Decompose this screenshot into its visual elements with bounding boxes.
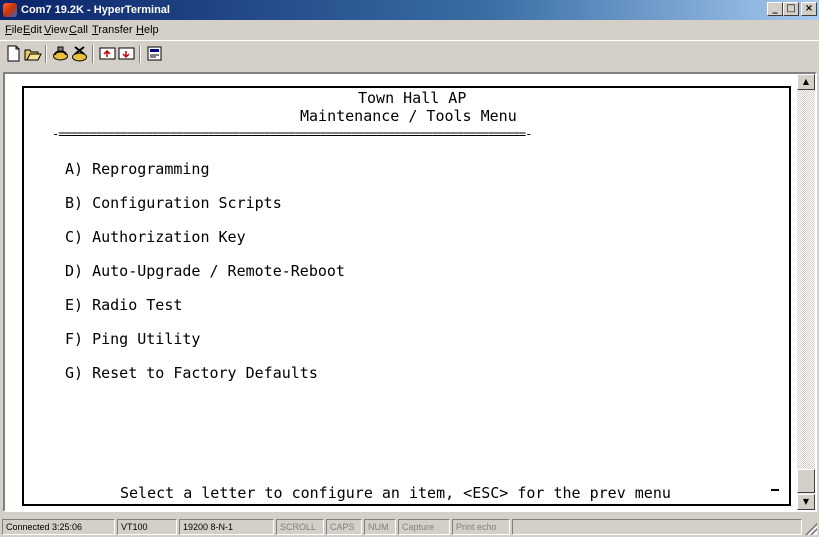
- menu-view-label: iew: [51, 24, 68, 36]
- send-icon[interactable]: [98, 44, 117, 63]
- menu-file[interactable]: File: [5, 24, 23, 36]
- status-capture: Capture: [398, 519, 450, 535]
- new-icon[interactable]: [4, 44, 23, 63]
- status-print-echo: Print echo: [452, 519, 510, 535]
- receive-icon[interactable]: [117, 44, 136, 63]
- close-button[interactable]: ×: [801, 2, 817, 16]
- toolbar-separator: [45, 45, 47, 63]
- option-configuration-scripts[interactable]: B) Configuration Scripts: [65, 195, 282, 212]
- heading-separator: -=======================================…: [52, 128, 532, 140]
- properties-icon[interactable]: [145, 44, 164, 63]
- open-icon[interactable]: [23, 44, 42, 63]
- minimize-button[interactable]: _: [767, 2, 783, 16]
- scroll-thumb[interactable]: [797, 469, 815, 493]
- menu-file-label: ile: [11, 24, 23, 36]
- menu-edit-label: dit: [30, 24, 42, 36]
- status-scroll: SCROLL: [276, 519, 324, 535]
- menu-help[interactable]: Help: [136, 24, 159, 36]
- window-title: Com7 19.2K - HyperTerminal: [21, 4, 170, 16]
- terminal-screen[interactable]: Town Hall AP Maintenance / Tools Menu -=…: [5, 74, 797, 510]
- option-authorization-key[interactable]: C) Authorization Key: [65, 229, 246, 246]
- menu-edit[interactable]: Edit: [23, 24, 42, 36]
- menu-call-accesskey: C: [69, 24, 77, 36]
- scroll-down-button[interactable]: ▼: [797, 494, 815, 510]
- toolbar: [0, 40, 819, 66]
- toolbar-separator: [139, 45, 141, 63]
- menu-help-label: elp: [143, 24, 159, 36]
- status-port-settings: 19200 8-N-1: [179, 519, 274, 535]
- menu-transfer-label: ransfer: [98, 24, 133, 36]
- menu-view[interactable]: View: [44, 24, 68, 36]
- vertical-scrollbar[interactable]: ▲ ▼: [797, 74, 815, 510]
- status-emulation: VT100: [117, 519, 177, 535]
- menu-call[interactable]: Call: [69, 24, 88, 36]
- status-caps: CAPS: [326, 519, 362, 535]
- option-reset-factory-defaults[interactable]: G) Reset to Factory Defaults: [65, 365, 318, 382]
- option-reprogramming[interactable]: A) Reprogramming: [65, 161, 210, 178]
- option-auto-upgrade[interactable]: D) Auto-Upgrade / Remote-Reboot: [65, 263, 345, 280]
- device-name: Town Hall AP: [358, 89, 467, 107]
- menu-call-label: all: [76, 24, 88, 36]
- status-num: NUM: [364, 519, 396, 535]
- maximize-button[interactable]: □: [783, 2, 799, 16]
- toolbar-separator: [92, 45, 94, 63]
- option-ping-utility[interactable]: F) Ping Utility: [65, 331, 200, 348]
- menu-heading: Maintenance / Tools Menu: [300, 107, 517, 125]
- prompt-text: Select a letter to configure an item, <E…: [120, 484, 671, 502]
- status-empty-pane: [512, 519, 802, 535]
- scroll-up-button[interactable]: ▲: [797, 74, 815, 90]
- connect-icon[interactable]: [51, 44, 70, 63]
- menu-file-accesskey: F: [5, 24, 12, 36]
- terminal-window[interactable]: Town Hall AP Maintenance / Tools Menu -=…: [3, 72, 817, 512]
- title-bar[interactable]: Com7 19.2K - HyperTerminal _ □ ×: [0, 0, 819, 20]
- hyperterminal-app-icon[interactable]: [3, 3, 17, 17]
- status-connected-time: Connected 3:25:06: [2, 519, 115, 535]
- menu-bar: File Edit View Call Transfer Help: [0, 21, 819, 39]
- status-bar: Connected 3:25:06 VT100 19200 8-N-1 SCRO…: [0, 515, 819, 537]
- menu-transfer[interactable]: Transfer: [92, 24, 133, 36]
- text-cursor: [771, 489, 779, 491]
- disconnect-icon[interactable]: [70, 44, 89, 63]
- resize-grip[interactable]: [805, 523, 817, 535]
- option-radio-test[interactable]: E) Radio Test: [65, 297, 182, 314]
- menu-help-accesskey: H: [136, 24, 144, 36]
